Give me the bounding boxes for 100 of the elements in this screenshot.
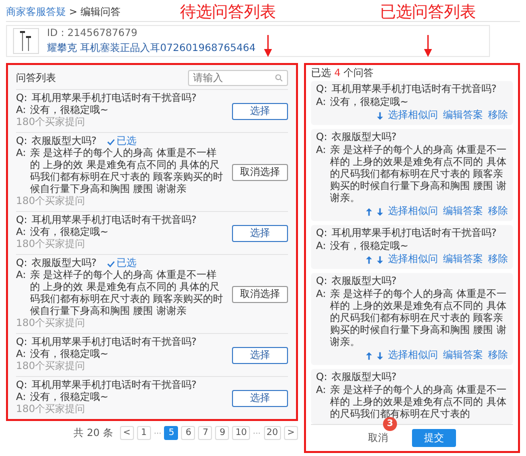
- select-button[interactable]: 取消选择: [232, 286, 288, 302]
- select-button[interactable]: 选择: [232, 390, 288, 406]
- answer-text: 亲 是这样子的每个人的身高 体重是不一样的 上身的效果是难免有点不同的 具体的尺码我们都有标明在尺寸表的 顾客亲购买的时候自行量下身高和胸围 腰围 谢谢亲。: [330, 289, 508, 349]
- submit-button[interactable]: 提交: [412, 429, 456, 447]
- move-down-icon[interactable]: [377, 112, 383, 120]
- action-link[interactable]: 选择相似问: [388, 206, 438, 218]
- annotation-label: 已选问答列表: [380, 2, 476, 22]
- answer-text: 没有，很稳定哦~: [30, 349, 110, 360]
- select-button[interactable]: 选择: [232, 346, 288, 364]
- action-link[interactable]: 编辑答案: [443, 254, 483, 266]
- page-button[interactable]: 1: [136, 426, 151, 440]
- answer-text: 没有，很稳定哦~: [30, 105, 110, 116]
- question-label: Q:: [16, 337, 28, 349]
- page-button[interactable]: 20: [264, 426, 281, 440]
- question-label: Q:: [316, 228, 328, 240]
- ask-count: 180个买家提问: [16, 196, 86, 208]
- answer-label: A:: [16, 349, 26, 361]
- breadcrumb-separator: >: [69, 6, 78, 18]
- page-ellipsis: ···: [252, 428, 261, 438]
- prev-page-button[interactable]: <: [120, 426, 134, 440]
- move-down-icon[interactable]: [377, 352, 383, 360]
- ask-count: 180个买家提问: [16, 361, 86, 373]
- action-link[interactable]: 选择相似问: [388, 254, 438, 266]
- page-button[interactable]: 6: [181, 426, 196, 440]
- question-label: Q:: [16, 380, 28, 392]
- answer-label: A:: [316, 241, 326, 253]
- question-text: 耳机用苹果手机打电话时有干扰音吗?: [31, 380, 197, 392]
- move-up-icon[interactable]: [366, 256, 372, 264]
- action-link[interactable]: 选择相似问: [388, 350, 438, 362]
- answer-label: A:: [16, 148, 26, 161]
- answer-text: 没有，很稳定哦~: [30, 392, 110, 404]
- search-icon: [275, 74, 283, 82]
- question-text: 耳机用苹果手机打电话时有干扰音吗?: [331, 228, 497, 240]
- question-label: Q:: [316, 372, 328, 384]
- action-link[interactable]: 编辑答案: [443, 110, 483, 122]
- question-text: 耳机用苹果手机打电话时有干扰音吗?: [331, 84, 497, 96]
- annotation-label: 待选问答列表: [180, 2, 276, 22]
- question-label: Q:: [316, 132, 328, 144]
- question-label: Q:: [16, 215, 28, 227]
- answer-text: 没有，很稳定哦~: [330, 97, 410, 109]
- product-id: ID : 21456787679: [47, 28, 138, 38]
- answer-label: A:: [16, 270, 26, 283]
- question-text: 衣服版型大吗?: [331, 132, 397, 144]
- ask-count: 180个买家提问: [16, 404, 86, 416]
- annotation-arrow: [264, 34, 272, 58]
- answer-label: A:: [316, 97, 326, 109]
- breadcrumb-link[interactable]: 商家客服答疑: [6, 5, 66, 19]
- page-button[interactable]: 9: [215, 426, 230, 440]
- question-label: Q:: [316, 84, 328, 96]
- answer-text: 亲 是这样子的每个人的身高 体重是不一样的 上身的效 果是难免有点不同的 具体的尺码我们都有标明在尺寸表的 顾客亲购买的时候自行量下身高和胸围 腰围 谢谢亲: [30, 148, 224, 196]
- question-label: Q:: [316, 276, 328, 288]
- answer-label: A:: [16, 227, 26, 239]
- answer-text: 亲 是这样子的每个人的身高 体重是不一样的 上身的效 果是难免有点不同的 具体的尺码我们都有标明在尺寸表的 顾客亲购买的时候自行量下身高和胸围 腰围 谢谢亲: [30, 270, 224, 318]
- ask-count: 180个买家提问: [16, 117, 86, 129]
- annotation-arrow: [424, 34, 432, 58]
- select-button[interactable]: 取消选择: [232, 164, 288, 180]
- tag-text: 已选: [116, 258, 137, 270]
- move-down-icon[interactable]: [377, 256, 383, 264]
- page-button[interactable]: 10: [232, 426, 250, 440]
- next-page-button[interactable]: >: [284, 426, 298, 440]
- question-text: 衣服版型大吗?: [331, 276, 397, 288]
- question-label: Q:: [16, 258, 28, 270]
- search-field[interactable]: 请输入: [188, 70, 288, 86]
- action-link[interactable]: 选择相似问: [388, 110, 438, 122]
- answer-label: A:: [316, 289, 326, 302]
- answer-text: 没有，很稳定哦~: [30, 227, 110, 238]
- selected-count: 已选 4 个问答: [311, 66, 374, 80]
- action-link[interactable]: 编辑答案: [443, 350, 483, 362]
- action-link[interactable]: 移除: [488, 110, 508, 122]
- answer-label: A:: [16, 105, 26, 117]
- move-up-icon[interactable]: [366, 208, 372, 216]
- product-link[interactable]: 耀攀克 耳机塞装正品入耳072601968765464: [47, 40, 256, 54]
- page-title: 编辑问答: [80, 6, 120, 19]
- answer-label: A:: [16, 392, 26, 404]
- answer-text: 亲 是这样子的每个人的身高 体重是不一样的 上身的效果是难免有点不同的 具体的尺码我们都有标明在尺寸表的: [330, 385, 508, 420]
- select-button[interactable]: 选择: [232, 102, 288, 120]
- question-text: 耳机用苹果手机打电话时有干扰音吗?: [31, 93, 197, 104]
- move-up-icon[interactable]: [366, 352, 372, 360]
- question-text: 衣服版型大吗?: [31, 258, 97, 270]
- question-text: 衣服版型大吗?: [331, 372, 397, 384]
- product-thumbnail: [13, 28, 39, 54]
- ask-count: 180个买家提问: [16, 239, 86, 251]
- action-link[interactable]: 移除: [488, 206, 508, 218]
- move-down-icon[interactable]: [377, 208, 383, 216]
- panel-title: 问答列表: [16, 72, 56, 85]
- step-badge: 3: [383, 417, 397, 431]
- select-button[interactable]: 选择: [232, 224, 288, 242]
- page-button[interactable]: 7: [198, 426, 212, 440]
- action-link[interactable]: 移除: [488, 254, 508, 266]
- action-link[interactable]: 移除: [488, 350, 508, 362]
- page-button[interactable]: 5: [164, 426, 178, 440]
- question-text: 衣服版型大吗?: [31, 136, 97, 148]
- cancel-button[interactable]: 取消: [368, 431, 388, 445]
- question-label: Q:: [16, 93, 28, 105]
- ask-count: 180个买家提问: [16, 318, 86, 330]
- question-label: Q:: [16, 136, 28, 148]
- answer-label: A:: [316, 385, 326, 398]
- answer-text: 亲 是这样子的每个人的身高 体重是不一样的 上身的效果是难免有点不同的 具体的尺码我们都有标明在尺寸表的 顾客亲购买的时候自行量下身高和胸围 腰围 谢谢亲。: [330, 145, 508, 205]
- action-link[interactable]: 编辑答案: [443, 206, 483, 218]
- answer-text: 没有，很稳定哦~: [330, 241, 410, 253]
